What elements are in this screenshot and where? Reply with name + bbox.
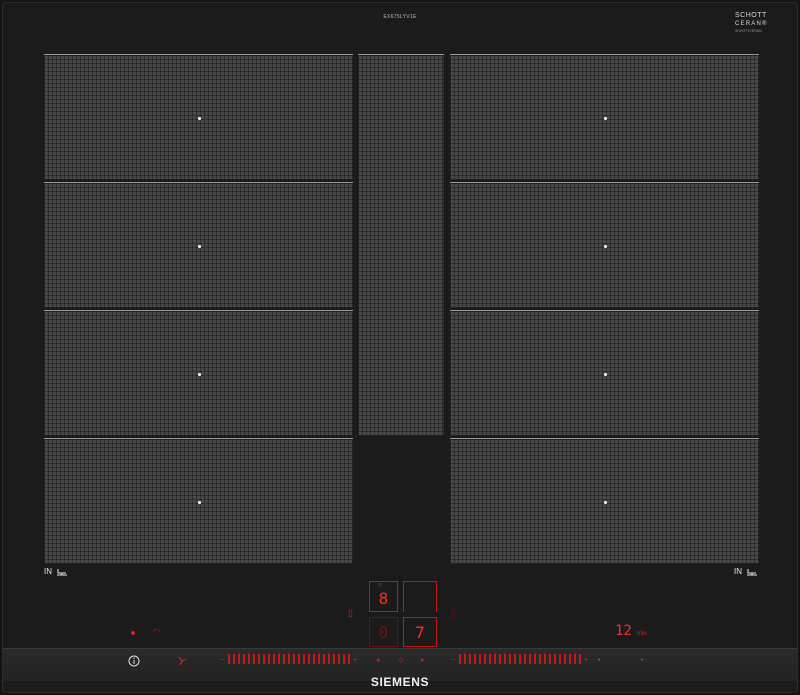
cooking-zone-left-1[interactable] bbox=[44, 54, 353, 180]
logo-line-2: CERAN® bbox=[735, 21, 768, 27]
zone-center-mark bbox=[197, 500, 201, 504]
wifi-icon[interactable]: ◠ bbox=[153, 627, 160, 636]
zone-select-right[interactable]: ▸ bbox=[421, 656, 425, 664]
zone-level-value: 7 bbox=[415, 623, 425, 642]
zone-center-mark bbox=[197, 372, 201, 376]
pan-indicator-label: IN bbox=[734, 567, 742, 576]
power-level-display[interactable]: P 8 bbox=[369, 581, 398, 612]
zone-center-mark bbox=[603, 116, 607, 120]
cooking-zone-right-1[interactable] bbox=[450, 54, 759, 180]
schott-ceran-logo: SCHOTT CERAN® SCHOTTCERAN bbox=[735, 12, 769, 34]
pan-indicator-left: IN bbox=[44, 567, 69, 576]
zone-placeholder-display[interactable]: 0 bbox=[369, 617, 398, 647]
logo-line-3: SCHOTTCERAN bbox=[735, 29, 762, 33]
zone-center-mark bbox=[603, 244, 607, 248]
zone-center-mark bbox=[197, 244, 201, 248]
zone-center-mark bbox=[603, 372, 607, 376]
slider-plus[interactable]: + bbox=[353, 655, 358, 664]
slider-minus[interactable]: − bbox=[220, 655, 225, 664]
pan-indicator-right: IN bbox=[734, 567, 759, 576]
fan-sensor-icon[interactable] bbox=[176, 655, 188, 667]
timer-minus[interactable]: ◂ bbox=[597, 656, 600, 663]
power-level-value: 8 bbox=[378, 589, 389, 608]
left-sensor-glyph: ▯ bbox=[348, 608, 353, 618]
timer-plus[interactable]: ▸ bbox=[641, 656, 644, 663]
zone-level-display[interactable]: 7 bbox=[403, 617, 437, 647]
pan-icon bbox=[57, 568, 67, 575]
placeholder-digit: 0 bbox=[378, 623, 389, 642]
info-circle-icon[interactable] bbox=[128, 655, 140, 667]
cooking-zone-left-2[interactable] bbox=[44, 182, 353, 308]
power-slider-right[interactable]: − + bbox=[451, 654, 588, 664]
pan-indicator-label: IN bbox=[44, 567, 52, 576]
cooking-zone-left-4[interactable] bbox=[44, 438, 353, 564]
cooking-zone-right-3[interactable] bbox=[450, 310, 759, 436]
cooktop-glass: EX675LYV1E SCHOTT CERAN® SCHOTTCERAN IN … bbox=[2, 2, 798, 693]
power-slider-left[interactable]: − + bbox=[220, 654, 357, 664]
timer-unit: min bbox=[637, 631, 647, 637]
cooking-zone-left-3[interactable] bbox=[44, 310, 353, 436]
timer-display[interactable]: 12 bbox=[615, 623, 632, 639]
zone-select-left[interactable]: ◂ bbox=[376, 656, 380, 664]
zone-center-mark bbox=[603, 500, 607, 504]
logo-line-1: SCHOTT bbox=[735, 12, 767, 19]
status-led bbox=[131, 631, 135, 635]
right-sensor-glyph: ▯ bbox=[451, 608, 456, 618]
zone-center-mark bbox=[197, 116, 201, 120]
cooking-zone-right-2[interactable] bbox=[450, 182, 759, 308]
power-boost-display[interactable] bbox=[403, 581, 437, 612]
slider-minus[interactable]: − bbox=[451, 655, 456, 664]
slider-plus[interactable]: + bbox=[584, 655, 589, 664]
cooking-zone-center[interactable] bbox=[358, 54, 444, 436]
brand-logo: SIEMENS bbox=[370, 675, 430, 689]
model-number: EX675LYV1E bbox=[383, 14, 417, 20]
cooking-zone-right-4[interactable] bbox=[450, 438, 759, 564]
pan-icon bbox=[747, 568, 757, 575]
zone-select-center[interactable]: ◇ bbox=[398, 656, 403, 664]
